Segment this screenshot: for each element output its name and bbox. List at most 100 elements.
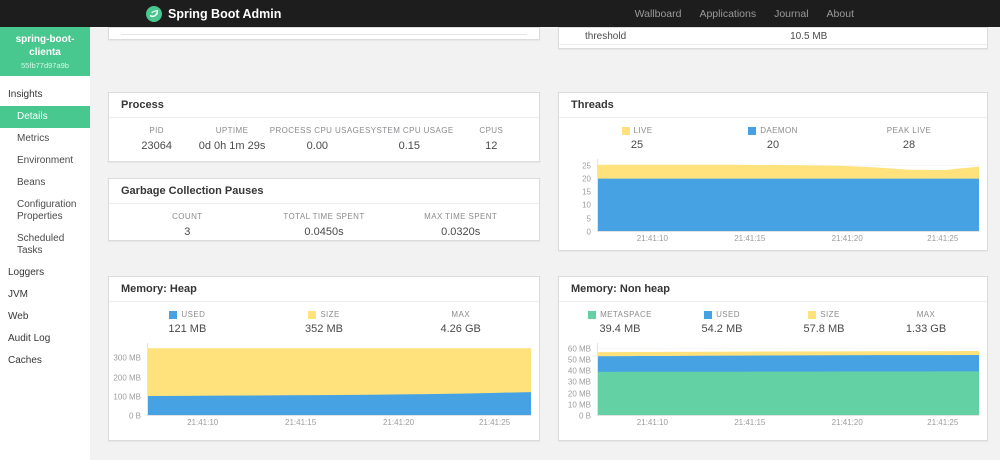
y-tick-label: 10 MB [567,400,591,410]
sidebar-item-audit-log[interactable]: Audit Log [0,328,90,350]
y-tick-label: 200 MB [113,373,141,383]
metric-label: TOTAL TIME SPENT [283,212,365,221]
threads-card-title: Threads [559,93,987,118]
sidebar-item-web[interactable]: Web [0,306,90,328]
metric-cpus: CPUS 12 [454,126,529,152]
sidebar-item-caches[interactable]: Caches [0,350,90,372]
y-tick-label: 0 B [128,411,141,421]
sidebar-item-insights[interactable]: Insights [0,84,90,106]
x-tick-label: 21:41:25 [927,234,959,243]
x-tick-label: 21:41:10 [636,234,668,243]
nonheap-chart-plot [597,343,979,416]
legend-daemon: DAEMON 20 [705,126,841,151]
legend-swatch-icon [308,310,317,319]
x-tick-label: 21:41:20 [382,418,415,427]
brand[interactable]: Spring Boot Admin [146,5,281,22]
legend-max: MAX 1.33 GB [875,310,977,335]
nav-link-about[interactable]: About [827,8,854,20]
nonheap-chart-y-axis: 0 B 10 MB 20 MB 30 MB 40 MB 50 MB 60 MB [561,343,597,420]
sidebar-item-configuration-properties[interactable]: Configuration Properties [0,194,90,228]
metric-label: PROCESS CPU USAGE [269,126,365,135]
process-card-title: Process [109,93,539,118]
metric-uptime: UPTIME 0d 0h 1m 29s [194,126,269,152]
y-tick-label: 5 [586,214,591,224]
metric-pid: PID 23064 [119,126,194,152]
x-tick-label: 21:41:25 [927,418,959,427]
nav-link-applications[interactable]: Applications [699,8,756,20]
legend-used: USED 54.2 MB [671,310,773,335]
legend-value: 54.2 MB [701,323,743,335]
y-tick-label: 10 [582,200,591,210]
y-tick-label: 60 MB [567,344,591,354]
y-tick-label: 100 MB [113,392,141,402]
y-tick-label: 0 B [578,411,591,421]
legend-label: MAX [916,310,936,319]
partial-card-top-left [108,27,540,40]
y-tick-label: 50 MB [567,355,591,365]
legend-value: 121 MB [168,323,207,335]
metric-value: 0.15 [398,140,421,152]
gc-pauses-card: Garbage Collection Pauses COUNT 3 TOTAL TI… [108,178,540,241]
nonheap-card-title: Memory: Non heap [559,277,987,302]
x-tick-label: 21:41:15 [734,234,766,243]
legend-label: USED [671,310,773,319]
sidebar-item-environment[interactable]: Environment [0,150,90,172]
metric-value: 23064 [141,140,172,152]
nonheap-legend: METASPACE 39.4 MB USED 54.2 MB SIZE 57.8 MB MA… [559,302,987,337]
metric-value: 0.00 [306,140,329,152]
sidebar-item-loggers[interactable]: Loggers [0,262,90,284]
sidebar-item-scheduled-tasks[interactable]: Scheduled Tasks [0,228,90,262]
metric-label: CPUS [479,126,504,135]
y-tick-label: 40 MB [567,366,591,376]
process-card: Process PID 23064 UPTIME 0d 0h 1m 29s PROCES… [108,92,540,162]
metric-value: 0d 0h 1m 29s [198,140,266,152]
metric-label: UPTIME [215,126,249,135]
legend-size: SIZE 352 MB [256,310,393,335]
legend-swatch-icon [588,310,597,319]
nav-link-wallboard[interactable]: Wallboard [635,8,682,20]
navbar: Spring Boot Admin Wallboard Applications J… [0,0,1000,27]
sidebar-item-beans[interactable]: Beans [0,172,90,194]
x-tick-label: 21:41:15 [285,418,317,427]
metric-process-cpu-usage: PROCESS CPU USAGE 0.00 [270,126,365,152]
y-tick-label: 20 MB [567,389,591,399]
legend-label: USED [119,310,256,319]
heap-card-title: Memory: Heap [109,277,539,302]
y-tick-label: 0 [586,227,591,237]
sidebar-item-jvm[interactable]: JVM [0,284,90,306]
legend-max: MAX 4.26 GB [392,310,529,335]
metric-value: 3 [184,226,191,238]
threshold-row: threshold 10.5 MB [559,28,987,45]
threads-chart-x-axis: 21:41:10 21:41:15 21:41:20 21:41:25 [597,232,979,245]
y-tick-label: 15 [582,187,591,197]
legend-label: METASPACE [569,310,671,319]
instance-card[interactable]: spring-boot- clienta 55fb77d97a9b [0,27,90,76]
sidebar: spring-boot- clienta 55fb77d97a9b Insigh… [0,27,90,460]
metric-max-time-spent: MAX TIME SPENT 0.0320s [392,212,529,238]
x-tick-label: 21:41:10 [636,418,668,427]
threads-legend: LIVE 25 DAEMON 20 PEAK LIVE 28 [559,118,987,153]
heap-chart-y-axis: 0 B 100 MB 200 MB 300 MB [111,343,147,421]
legend-live: LIVE 25 [569,126,705,151]
legend-label: SIZE [773,310,875,319]
threads-chart-plot [597,159,979,232]
legend-value: 1.33 GB [905,323,947,335]
metric-label: MAX TIME SPENT [424,212,498,221]
threads-chart: 0 5 10 15 20 25 21:41:10 21:41:15 21:41:20 21:41… [559,153,987,247]
metric-label: COUNT [172,212,203,221]
legend-label: MAX [451,310,470,319]
nav-link-journal[interactable]: Journal [774,8,808,20]
legend-label: LIVE [569,126,705,135]
sidebar-item-details[interactable]: Details [0,106,90,128]
metric-label: SYSTEM CPU USAGE [364,126,454,135]
sidebar-item-metrics[interactable]: Metrics [0,128,90,150]
x-tick-label: 21:41:20 [831,234,863,243]
legend-value: 352 MB [305,323,343,335]
process-metrics: PID 23064 UPTIME 0d 0h 1m 29s PROCESS CPU US… [109,118,539,158]
legend-value: 25 [630,139,644,151]
legend-label: PEAK LIVE [886,126,932,135]
legend-label: DAEMON [705,126,841,135]
metric-total-time-spent: TOTAL TIME SPENT 0.0450s [256,212,393,238]
legend-value: 57.8 MB [803,323,845,335]
heap-chart-plot [147,343,531,416]
